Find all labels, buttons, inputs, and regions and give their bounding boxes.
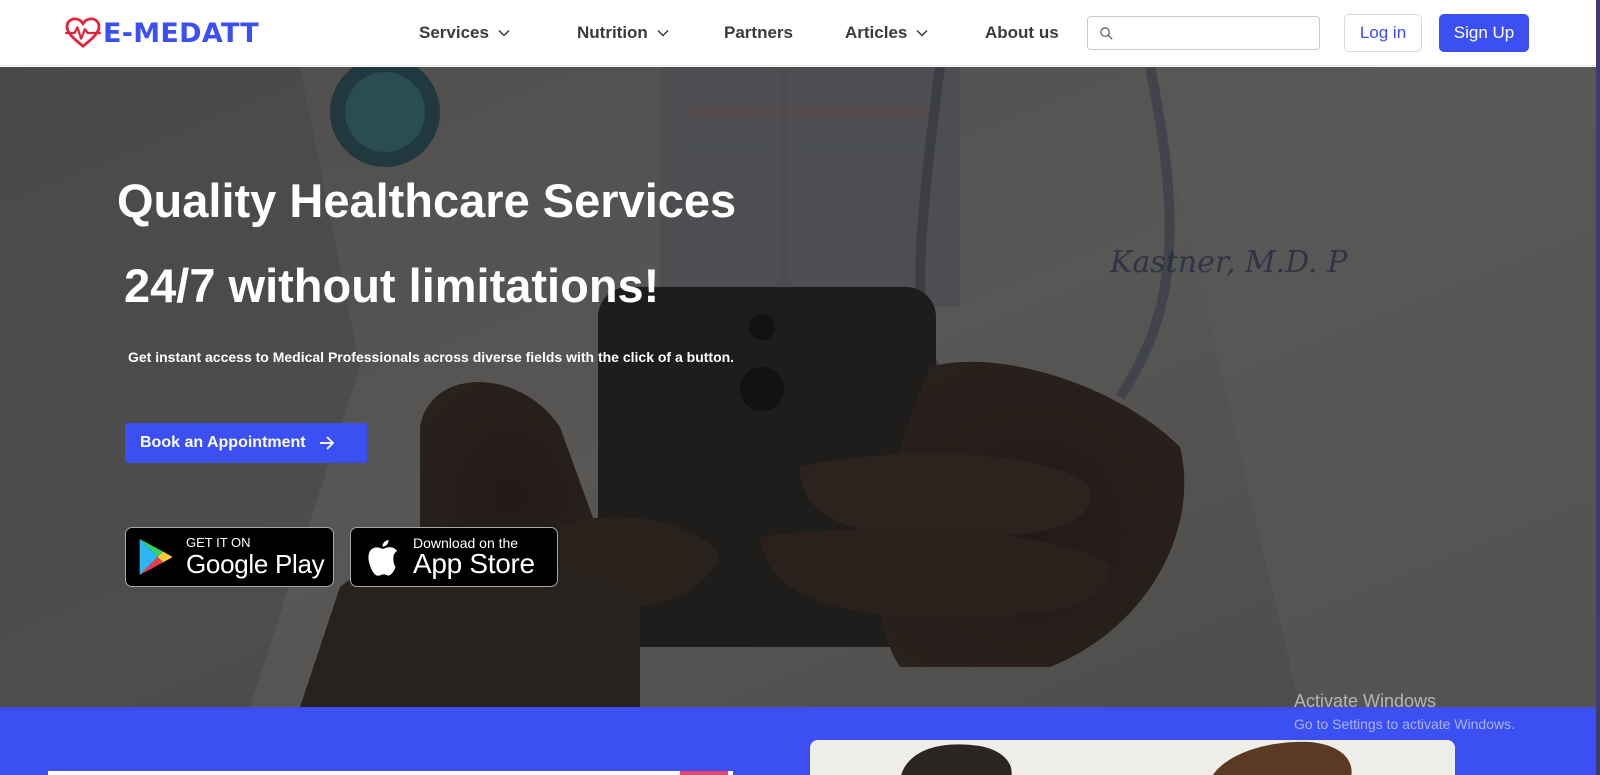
chevron-down-icon [916,29,928,37]
hero-section: Kastner, M.D. P Quality Healthcare Servi… [0,67,1596,707]
brand-name: E-MEDATT [103,17,260,49]
hero-title: Quality Healthcare Services [117,174,737,227]
signup-button[interactable]: Sign Up [1439,14,1529,52]
arrow-right-icon [319,436,334,450]
section-divider [48,771,733,775]
brand-logo[interactable]: E-MEDATT [64,17,259,49]
nav-articles[interactable]: Articles [845,22,929,44]
nav-services[interactable]: Services [419,22,511,44]
google-play-big-text: Google Play [186,549,325,579]
top-navbar: E-MEDATT Services Nutrition Partners Art… [0,0,1596,66]
hero-subtitle: 24/7 without limitations! [124,259,660,312]
nav-services-label: Services [419,23,489,42]
book-appointment-label: Book an Appointment [140,434,306,451]
login-button[interactable]: Log in [1344,14,1422,52]
activate-windows-subtitle: Go to Settings to activate Windows. [1294,716,1515,732]
book-appointment-button[interactable]: Book an Appointment [125,423,367,463]
nav-about-label: About us [985,23,1059,42]
search-field[interactable] [1087,16,1320,50]
hero-description: Get instant access to Medical Profession… [128,349,735,365]
nav-articles-label: Articles [845,23,908,42]
featured-photo [810,740,1455,775]
section-accent-mark [680,771,728,775]
nav-partners[interactable]: Partners [724,22,793,44]
google-play-icon [139,539,173,575]
google-play-badge[interactable]: GET IT ON Google Play [125,527,334,587]
google-play-small-text: GET IT ON [186,535,251,550]
app-store-big-text: App Store [413,548,535,579]
app-store-badge[interactable]: Download on the App Store [350,527,558,587]
search-input[interactable] [1122,21,1312,45]
chevron-down-icon [657,29,669,37]
heart-pulse-icon [65,17,101,48]
apple-icon [368,540,398,576]
chevron-down-icon [498,29,510,37]
page-scrollbar[interactable] [1596,0,1600,775]
nav-about-us[interactable]: About us [985,22,1059,44]
activate-windows-title: Activate Windows [1294,691,1437,711]
nav-partners-label: Partners [724,23,793,42]
nav-nutrition[interactable]: Nutrition [577,22,670,44]
featured-image-card [810,740,1455,775]
search-icon [1100,27,1113,40]
nav-nutrition-label: Nutrition [577,23,648,42]
hero-background-photo: Kastner, M.D. P [0,67,1596,707]
